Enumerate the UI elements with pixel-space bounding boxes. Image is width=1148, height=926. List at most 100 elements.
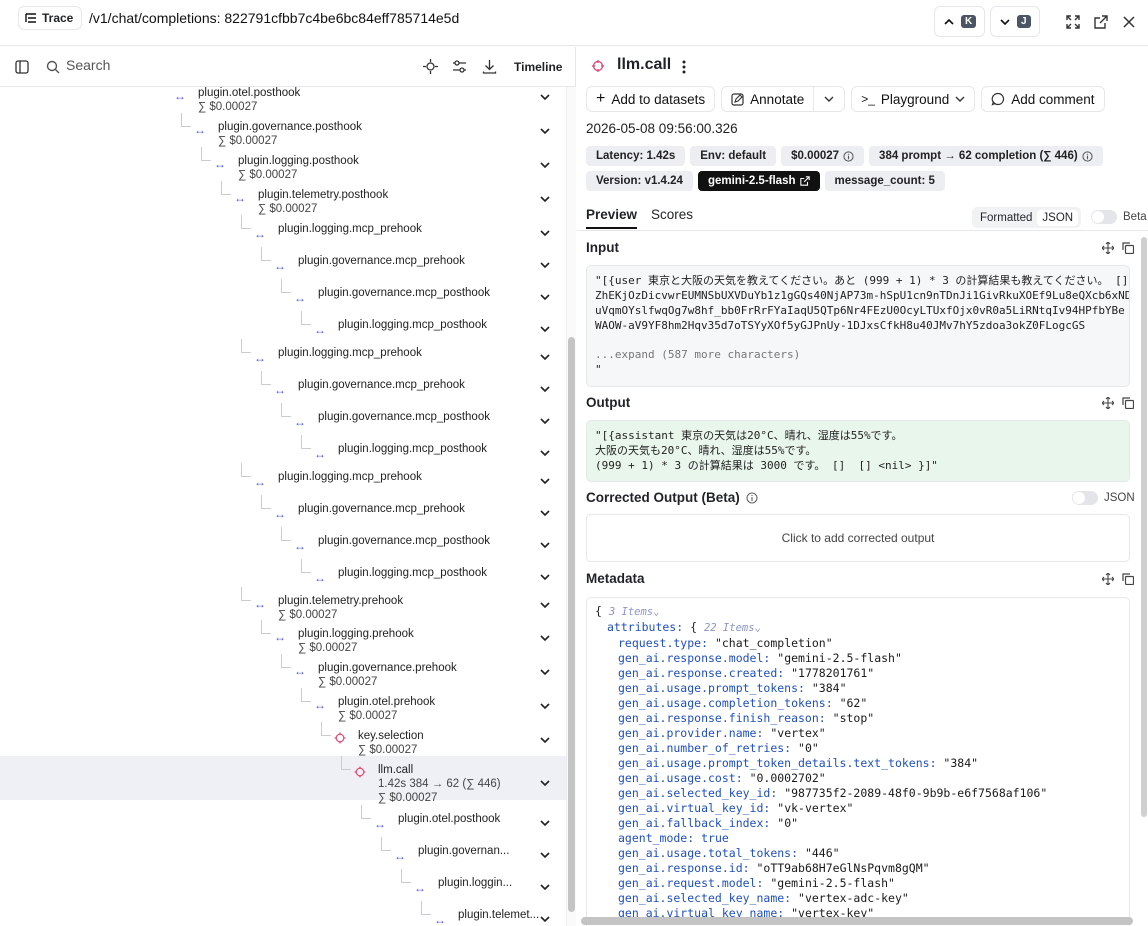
chevron-down-icon[interactable] bbox=[538, 124, 552, 138]
chevron-down-icon[interactable] bbox=[538, 538, 552, 552]
search-input[interactable] bbox=[66, 57, 346, 73]
corrected-json-toggle[interactable]: JSON bbox=[1072, 491, 1135, 505]
chevron-down-icon[interactable] bbox=[538, 382, 552, 396]
more-options-icon[interactable] bbox=[681, 59, 687, 75]
tree-node[interactable]: ↔ plugin.otel.posthook ∑ $0.00027 bbox=[174, 87, 560, 119]
chevron-down-icon[interactable] bbox=[538, 570, 552, 584]
tree-node[interactable]: ↔ plugin.governance.mcp_prehook bbox=[274, 503, 560, 535]
chevron-down-icon[interactable] bbox=[538, 848, 552, 862]
chevron-down-icon[interactable] bbox=[538, 290, 552, 304]
tree-node[interactable]: ↔ plugin.otel.posthook bbox=[374, 813, 560, 845]
copy-icon[interactable] bbox=[1122, 573, 1134, 585]
tree-node[interactable]: ↔ plugin.governance.mcp_prehook bbox=[274, 255, 560, 287]
tree-scroll-thumb[interactable] bbox=[568, 337, 575, 912]
info-icon[interactable] bbox=[746, 491, 758, 504]
filter-settings-icon[interactable] bbox=[452, 59, 467, 74]
annotate-dropdown-button[interactable] bbox=[814, 86, 846, 112]
tree-node[interactable]: ↔ plugin.governance.mcp_posthook bbox=[294, 287, 560, 319]
tree-toolbar: Timeline bbox=[0, 47, 576, 87]
info-icon[interactable] bbox=[843, 150, 854, 162]
move-icon[interactable] bbox=[1102, 397, 1114, 409]
trace-button[interactable]: Trace bbox=[18, 6, 83, 30]
tree-node[interactable]: ↔ plugin.governance.mcp_posthook bbox=[294, 535, 560, 567]
external-link-icon[interactable] bbox=[1093, 14, 1109, 30]
tree-node[interactable]: ↔ plugin.otel.prehook ∑ $0.00027 bbox=[314, 696, 560, 728]
json-switch[interactable] bbox=[1072, 491, 1098, 505]
tree-node[interactable]: ↔ plugin.governance.mcp_prehook bbox=[274, 379, 560, 411]
tree-node-name: plugin.governan... bbox=[418, 845, 510, 857]
tree-node[interactable]: ↔ plugin.logging.prehook ∑ $0.00027 bbox=[274, 628, 560, 660]
add-comment-button[interactable]: Add comment bbox=[981, 86, 1105, 112]
move-icon[interactable] bbox=[1102, 573, 1114, 585]
next-trace-button[interactable]: J bbox=[990, 6, 1040, 37]
crosshair-icon[interactable] bbox=[423, 59, 438, 74]
tab-scores[interactable]: Scores bbox=[651, 207, 693, 222]
move-icon[interactable] bbox=[1102, 242, 1114, 254]
expand-link[interactable]: ...expand (587 more characters) bbox=[595, 347, 1121, 362]
previous-trace-button[interactable]: K bbox=[934, 6, 986, 37]
chevron-down-icon[interactable] bbox=[538, 192, 552, 206]
tree-node[interactable]: ↔ plugin.logging.mcp_prehook bbox=[254, 347, 560, 379]
tree-node[interactable]: ↔ plugin.governance.prehook ∑ $0.00027 bbox=[294, 662, 560, 694]
chevron-down-icon[interactable] bbox=[538, 350, 552, 364]
copy-icon[interactable] bbox=[1122, 242, 1134, 254]
tree-node[interactable]: llm.call 1.42s 384 → 62 (∑ 446) ∑ $0.00027 bbox=[354, 764, 560, 804]
chevron-down-icon[interactable] bbox=[538, 665, 552, 679]
input-actions bbox=[1102, 242, 1134, 254]
metadata-entry: agent_mode: true bbox=[618, 831, 729, 845]
format-json-option[interactable]: JSON bbox=[1037, 209, 1079, 226]
chevron-down-icon[interactable] bbox=[538, 226, 552, 240]
tree-connector bbox=[281, 403, 291, 417]
annotate-button[interactable]: Annotate bbox=[721, 86, 815, 112]
expand-icon[interactable] bbox=[1065, 14, 1081, 30]
tree-node[interactable]: ↔ plugin.logging.mcp_prehook bbox=[254, 471, 560, 503]
model-badge[interactable]: gemini-2.5-flash bbox=[697, 171, 820, 191]
metadata-key: gen_ai.usage.completion_tokens bbox=[618, 696, 826, 710]
info-icon[interactable] bbox=[1082, 150, 1093, 162]
playground-button[interactable]: >_ Playground bbox=[851, 86, 976, 112]
chevron-down-icon[interactable] bbox=[538, 699, 552, 713]
download-icon[interactable] bbox=[482, 59, 497, 74]
beta-toggle[interactable]: Beta bbox=[1091, 210, 1147, 224]
chevron-down-icon[interactable] bbox=[538, 446, 552, 460]
tab-preview[interactable]: Preview bbox=[586, 207, 638, 229]
tree-node[interactable]: ↔ plugin.telemetry.prehook ∑ $0.00027 bbox=[254, 595, 560, 627]
chevron-down-icon[interactable] bbox=[538, 631, 552, 645]
chevron-down-icon[interactable] bbox=[538, 598, 552, 612]
chevron-down-icon[interactable] bbox=[538, 733, 552, 747]
tree-node[interactable]: ↔ plugin.governance.posthook ∑ $0.00027 bbox=[194, 121, 560, 153]
sidebar-toggle-icon[interactable] bbox=[15, 60, 29, 74]
tree-node[interactable]: ↔ plugin.logging.posthook ∑ $0.00027 bbox=[214, 155, 560, 187]
chevron-down-icon[interactable] bbox=[538, 880, 552, 894]
format-formatted-option[interactable]: Formatted bbox=[975, 210, 1037, 226]
tree-node[interactable]: ↔ plugin.logging.mcp_prehook bbox=[254, 223, 560, 255]
chevron-down-icon[interactable] bbox=[538, 816, 552, 830]
close-icon[interactable] bbox=[1121, 14, 1137, 30]
external-link-icon[interactable] bbox=[799, 176, 810, 186]
tree-node-name: plugin.telemetry.posthook bbox=[258, 189, 389, 201]
chevron-down-icon[interactable] bbox=[538, 258, 552, 272]
add-to-datasets-button[interactable]: + Add to datasets bbox=[586, 86, 716, 112]
tree-node[interactable]: ↔ plugin.governance.mcp_posthook bbox=[294, 411, 560, 443]
tree-node-name: plugin.governance.mcp_prehook bbox=[298, 379, 465, 391]
corrected-output-input[interactable]: Click to add corrected output bbox=[586, 514, 1130, 562]
chevron-down-icon[interactable] bbox=[538, 158, 552, 172]
timeline-toggle[interactable]: Timeline bbox=[514, 60, 562, 74]
copy-icon[interactable] bbox=[1122, 397, 1134, 409]
metadata-horizontal-scrollbar[interactable] bbox=[581, 917, 1133, 925]
attributes-node[interactable]: attributes: { 22 Items⌄ bbox=[595, 620, 1121, 636]
chevron-down-icon[interactable] bbox=[538, 506, 552, 520]
metadata-root[interactable]: { 3 Items⌄ bbox=[595, 604, 1121, 620]
chevron-down-icon[interactable] bbox=[538, 474, 552, 488]
chevron-down-icon[interactable] bbox=[538, 90, 552, 104]
tree-node[interactable]: ↔ plugin.governan... bbox=[394, 845, 560, 877]
metadata-key: gen_ai.response.created bbox=[618, 666, 778, 680]
chevron-down-icon[interactable] bbox=[538, 414, 552, 428]
detail-scrollbar[interactable] bbox=[1141, 237, 1147, 817]
tree-node[interactable]: ↔ plugin.telemetry.posthook ∑ $0.00027 bbox=[234, 189, 560, 221]
tree-scrollbar[interactable] bbox=[566, 87, 576, 926]
chevron-down-icon[interactable] bbox=[538, 912, 552, 926]
beta-switch[interactable] bbox=[1091, 210, 1117, 224]
chevron-down-icon[interactable] bbox=[538, 322, 552, 336]
chevron-down-icon[interactable] bbox=[538, 776, 552, 790]
